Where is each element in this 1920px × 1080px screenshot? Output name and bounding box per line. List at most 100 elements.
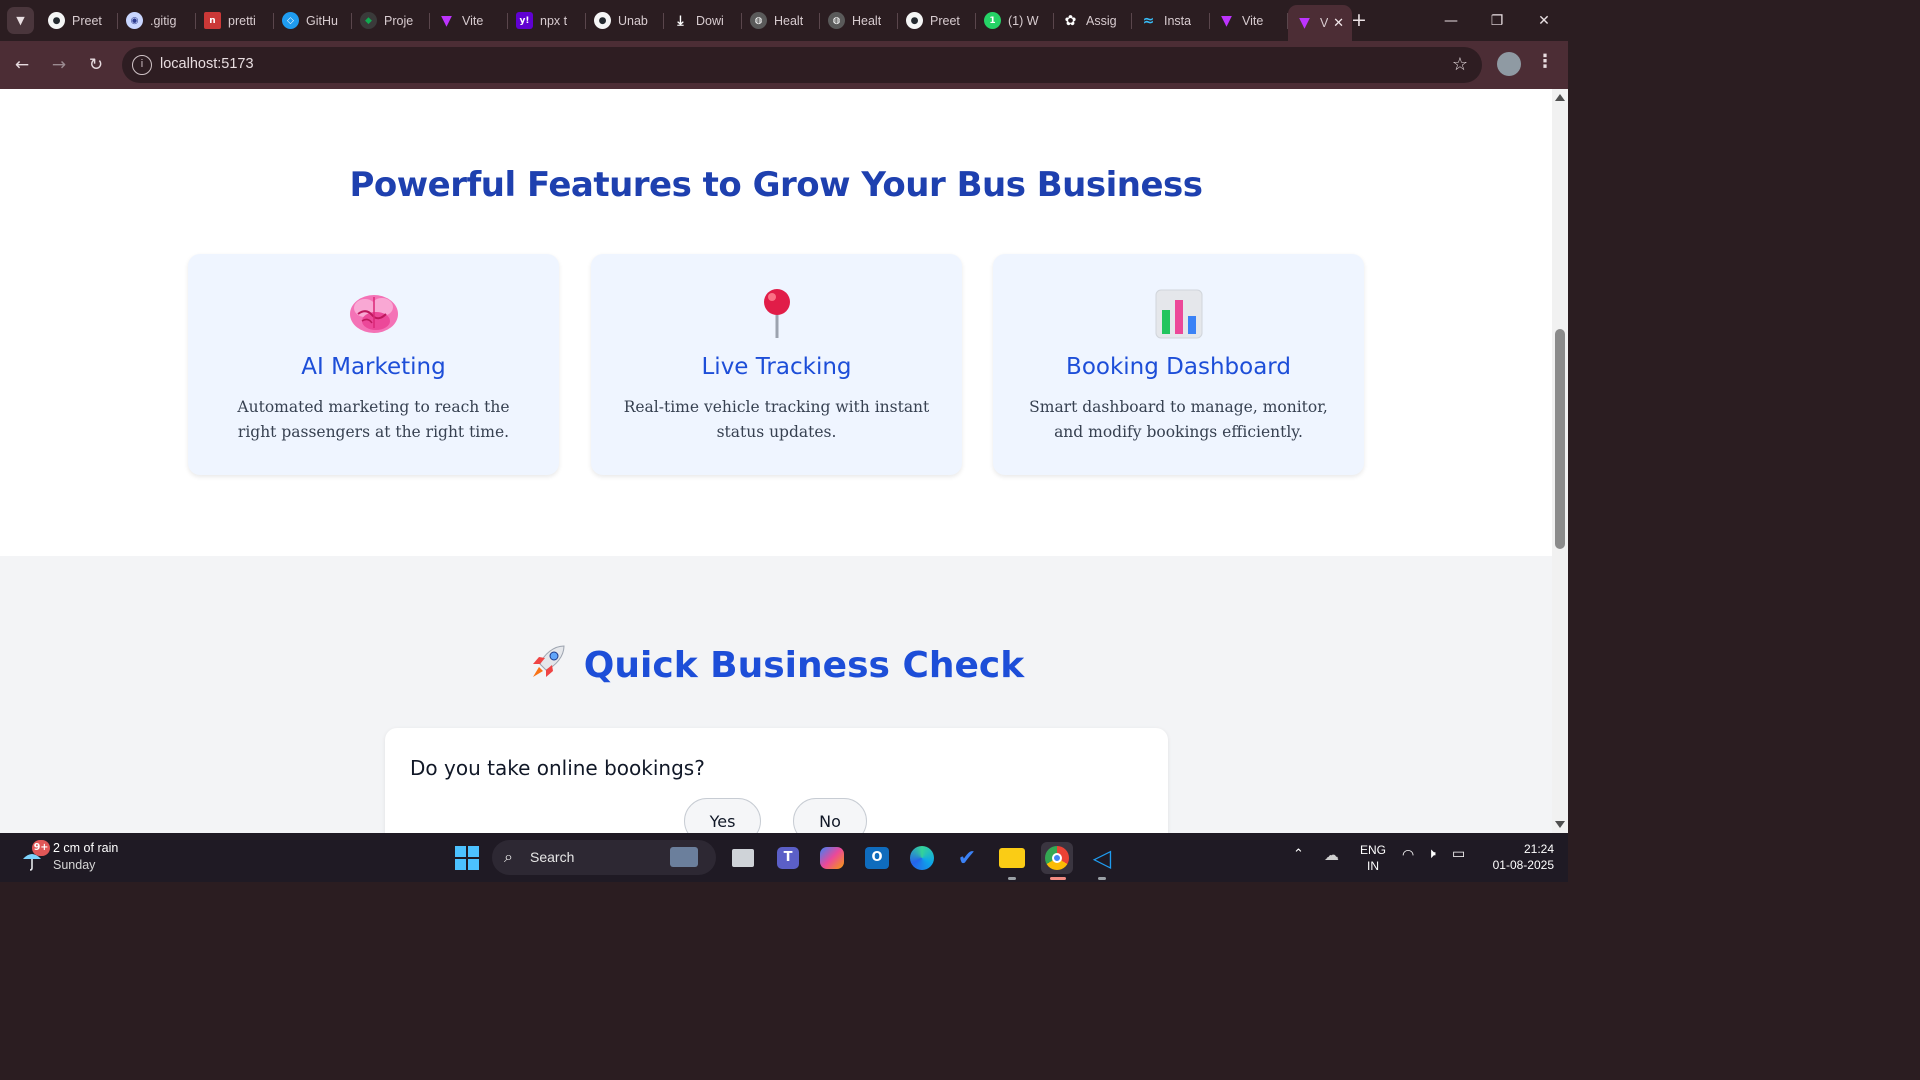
chrome-app[interactable] — [1041, 842, 1073, 874]
feature-description: Real-time vehicle tracking with instant … — [623, 398, 930, 441]
tab[interactable]: ◉ .gitig — [118, 5, 196, 36]
folder-icon — [999, 848, 1025, 868]
file-explorer-app[interactable] — [996, 842, 1028, 874]
teams-icon: T — [777, 847, 799, 869]
tab[interactable]: ● Unab — [586, 5, 664, 36]
tailwind-icon: ≈ — [1142, 12, 1155, 29]
restore-button[interactable]: ❐ — [1474, 0, 1520, 41]
github-icon: ● — [48, 12, 65, 29]
tab[interactable]: ◆ Proje — [352, 5, 430, 36]
arrow-right-icon: → — [51, 55, 67, 75]
new-tab-button[interactable]: + — [1348, 9, 1370, 31]
tab[interactable]: ⤓ Dowi — [664, 5, 742, 36]
language-code[interactable]: ENG — [1356, 843, 1390, 857]
feature-title: Booking Dashboard — [1066, 354, 1291, 380]
language-region[interactable]: IN — [1356, 859, 1390, 873]
vite-icon: ▼ — [1299, 15, 1310, 31]
no-button[interactable]: No — [793, 798, 867, 833]
copilot-icon — [820, 847, 844, 869]
start-button[interactable] — [451, 842, 483, 874]
globe-icon: ◍ — [750, 12, 767, 29]
tab[interactable]: ▼ Vite — [1210, 5, 1288, 36]
tab[interactable]: ▼ Vite — [430, 5, 508, 36]
avatar-icon: ◉ — [126, 12, 143, 29]
features-heading: Powerful Features to Grow Your Bus Busin… — [349, 165, 1203, 205]
task-view-icon — [732, 849, 754, 867]
openai-icon: ✿ — [1064, 12, 1077, 29]
copilot-app[interactable] — [816, 842, 848, 874]
clock-date[interactable]: 01-08-2025 — [1478, 858, 1554, 872]
cloud-off-icon[interactable]: ☁ — [1324, 846, 1339, 864]
taskbar: 9+ 2 cm of rain Sunday ⌕ Search T O ✔ ◁ … — [0, 833, 1568, 882]
quick-check-title: Quick Business Check — [583, 645, 1025, 686]
teams-app[interactable]: T — [772, 842, 804, 874]
taskbar-search[interactable]: ⌕ Search — [492, 840, 716, 875]
scroll-up-icon[interactable] — [1555, 94, 1565, 101]
wifi-icon[interactable]: ◠ — [1402, 847, 1414, 863]
search-icon: ⌕ — [504, 847, 513, 866]
clock-time[interactable]: 21:24 — [1478, 842, 1554, 856]
tab-list: ● Preet ◉ .gitig n pretti ◇ GitHu ◆ Proje ▼ Vi… — [40, 5, 1352, 41]
download-icon: ⤓ — [677, 12, 684, 29]
github-icon: ● — [594, 12, 611, 29]
profile-avatar[interactable] — [1497, 52, 1521, 76]
brain-icon — [188, 288, 559, 340]
notification-badge: 9+ — [32, 840, 50, 856]
outlook-app[interactable]: O — [861, 842, 893, 874]
arrow-left-icon: ← — [14, 55, 30, 75]
whatsapp-icon: 1 — [984, 12, 1001, 29]
tab[interactable]: ✿ Assig — [1054, 5, 1132, 36]
close-window-button[interactable]: ✕ — [1521, 0, 1567, 41]
browser-menu-icon[interactable]: ⋮ — [1536, 51, 1554, 72]
edge-app[interactable] — [906, 842, 938, 874]
weather-subtitle: Sunday — [53, 858, 96, 872]
feature-description: Automated marketing to reach the right p… — [237, 398, 510, 441]
bookmark-star-icon[interactable]: ☆ — [1452, 54, 1468, 75]
yahoo-icon: y! — [516, 12, 533, 29]
tab[interactable]: ● Preet — [40, 5, 118, 36]
tab[interactable]: ● Preet — [898, 5, 976, 36]
windows-icon — [455, 846, 479, 870]
minimize-button[interactable]: — — [1428, 0, 1474, 41]
scrollbar-thumb[interactable] — [1555, 329, 1565, 549]
battery-icon[interactable]: ▭ — [1452, 846, 1465, 862]
tab[interactable]: ◇ GitHu — [274, 5, 352, 36]
close-tab-icon[interactable]: ✕ — [1333, 16, 1344, 31]
tab[interactable]: ≈ Insta — [1132, 5, 1210, 36]
yes-button[interactable]: Yes — [684, 798, 761, 833]
task-view-button[interactable] — [727, 842, 759, 874]
tab[interactable]: 1 (1) W — [976, 5, 1054, 36]
browser-toolbar: ← → ↻ i localhost:5173 ☆ ⋮ — [0, 41, 1568, 89]
bar-chart-icon — [993, 288, 1364, 340]
reload-icon: ↻ — [88, 55, 104, 75]
vscode-icon: ◇ — [282, 12, 299, 29]
url-text: localhost:5173 — [160, 56, 254, 72]
forward-button[interactable]: → — [46, 52, 72, 78]
tab[interactable]: ◍ Healt — [742, 5, 820, 36]
running-indicator — [1098, 877, 1106, 880]
tab-active[interactable]: ▼ V ✕ — [1288, 5, 1352, 41]
tab[interactable]: ◍ Healt — [820, 5, 898, 36]
volume-mute-icon[interactable]: 🕨 — [1427, 846, 1436, 862]
feature-title: Live Tracking — [701, 354, 852, 380]
site-info-icon[interactable]: i — [132, 55, 152, 75]
outlook-icon: O — [865, 847, 889, 869]
vite-icon: ▼ — [441, 12, 452, 29]
todo-app[interactable]: ✔ — [951, 842, 983, 874]
question-text: Do you take online bookings? — [410, 756, 705, 780]
address-bar[interactable]: i localhost:5173 ☆ — [122, 47, 1482, 83]
tab[interactable]: n pretti — [196, 5, 274, 36]
chevron-up-icon[interactable]: ⌃ — [1293, 847, 1304, 862]
edge-icon — [910, 846, 934, 870]
weather-title: 2 cm of rain — [53, 841, 119, 855]
back-button[interactable]: ← — [9, 52, 35, 78]
vscode-app[interactable]: ◁ — [1086, 842, 1118, 874]
search-highlight-icon — [670, 847, 698, 867]
reload-button[interactable]: ↻ — [83, 52, 109, 78]
tab-search-button[interactable]: ▼ — [7, 7, 34, 34]
feature-card-live-tracking: Live Tracking Real-time vehicle tracking… — [591, 254, 962, 475]
page-scrollbar[interactable] — [1552, 89, 1568, 833]
scroll-down-icon[interactable] — [1555, 821, 1565, 828]
tab[interactable]: y! npx t — [508, 5, 586, 36]
weather-widget[interactable]: 9+ 2 cm of rain Sunday — [20, 839, 150, 877]
